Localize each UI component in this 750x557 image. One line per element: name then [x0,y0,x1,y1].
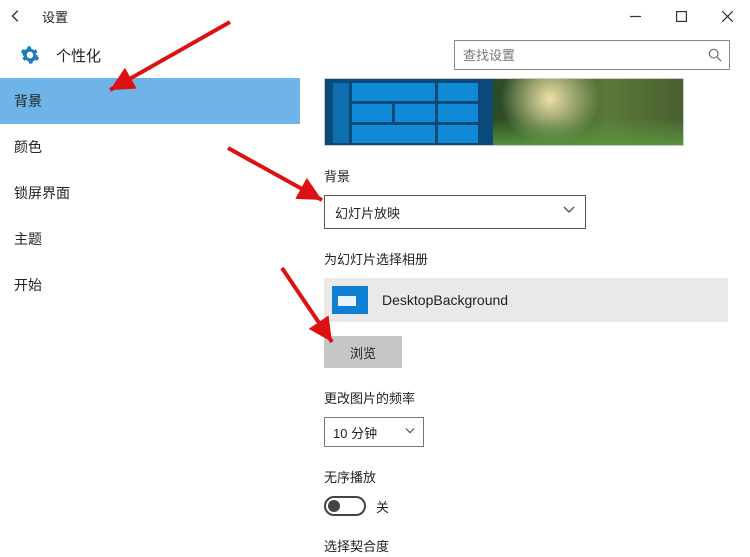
sidebar-item-label: 锁屏界面 [14,183,70,203]
search-box[interactable] [454,40,730,70]
sidebar-item-background[interactable]: 背景 [0,78,300,124]
fit-label: 选择契合度 [324,536,750,555]
sidebar: 背景 颜色 锁屏界面 主题 开始 [0,78,300,557]
shuffle-row: 关 [324,496,750,516]
background-select[interactable]: 幻灯片放映 [324,195,586,229]
background-label: 背景 [324,166,750,185]
sidebar-item-start[interactable]: 开始 [0,262,300,308]
shuffle-state: 关 [376,497,389,516]
sidebar-item-colors[interactable]: 颜色 [0,124,300,170]
album-row[interactable]: DesktopBackground [324,278,728,322]
search-input[interactable] [455,48,701,63]
chevron-down-icon [405,425,415,439]
background-select-value: 幻灯片放映 [335,203,563,222]
sidebar-item-label: 颜色 [14,137,42,157]
header: 个性化 [0,32,750,78]
sidebar-item-themes[interactable]: 主题 [0,216,300,262]
main: 背景 颜色 锁屏界面 主题 开始 背景 幻灯片放映 [0,78,750,557]
shuffle-toggle[interactable] [324,496,366,516]
close-button[interactable] [704,0,750,32]
sidebar-item-lockscreen[interactable]: 锁屏界面 [0,170,300,216]
maximize-button[interactable] [658,0,704,32]
browse-button[interactable]: 浏览 [324,336,402,368]
page-title: 个性化 [56,45,101,66]
browse-button-label: 浏览 [350,343,376,362]
desktop-preview [324,78,684,146]
minimize-button[interactable] [612,0,658,32]
chevron-down-icon [563,203,575,221]
search-icon[interactable] [701,41,729,69]
sidebar-item-label: 背景 [14,91,42,111]
titlebar: 设置 [0,0,750,32]
content: 背景 幻灯片放映 为幻灯片选择相册 DesktopBackground 浏览 更… [300,78,750,557]
frequency-select-value: 10 分钟 [333,423,405,442]
sidebar-item-label: 开始 [14,275,42,295]
folder-icon [332,286,368,314]
frequency-label: 更改图片的频率 [324,388,750,407]
gear-icon [20,45,40,65]
window-title: 设置 [42,7,68,26]
album-label: 为幻灯片选择相册 [324,249,750,268]
shuffle-label: 无序播放 [324,467,750,486]
frequency-select[interactable]: 10 分钟 [324,417,424,447]
back-button[interactable] [0,0,32,32]
sidebar-item-label: 主题 [14,229,42,249]
album-name: DesktopBackground [382,292,508,308]
